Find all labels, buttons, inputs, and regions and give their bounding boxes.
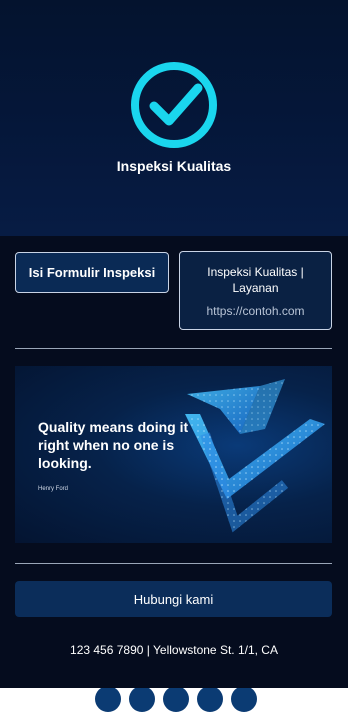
social-icon-2[interactable] — [129, 688, 155, 712]
divider — [15, 348, 332, 349]
contact-info: 123 456 7890 | Yellowstone St. 1/1, CA — [70, 643, 278, 657]
service-link-card[interactable]: Inspeksi Kualitas | Layanan https://cont… — [179, 251, 332, 330]
social-icon-3[interactable] — [163, 688, 189, 712]
quote-banner-image: Quality means doing it right when no one… — [15, 366, 332, 543]
banner-quote-author: Henry Ford — [38, 486, 69, 492]
page-title: Inspeksi Kualitas — [116, 158, 232, 174]
contact-button[interactable]: Hubungi kami — [15, 581, 332, 617]
social-icon-4[interactable] — [197, 688, 223, 712]
hero-header: Inspeksi Kualitas — [0, 0, 348, 236]
social-icons-row — [0, 688, 348, 726]
social-icon-5[interactable] — [231, 688, 257, 712]
check-circle-icon — [131, 62, 217, 148]
main-content: Isi Formulir Inspeksi Inspeksi Kualitas … — [0, 236, 348, 688]
divider — [15, 563, 332, 564]
link-card-url[interactable]: https://contoh.com — [180, 304, 331, 318]
checkmark-shield-icon — [185, 379, 325, 533]
link-card-title: Inspeksi Kualitas | Layanan — [207, 265, 304, 295]
fill-form-button[interactable]: Isi Formulir Inspeksi — [15, 252, 169, 293]
social-icon-1[interactable] — [95, 688, 121, 712]
